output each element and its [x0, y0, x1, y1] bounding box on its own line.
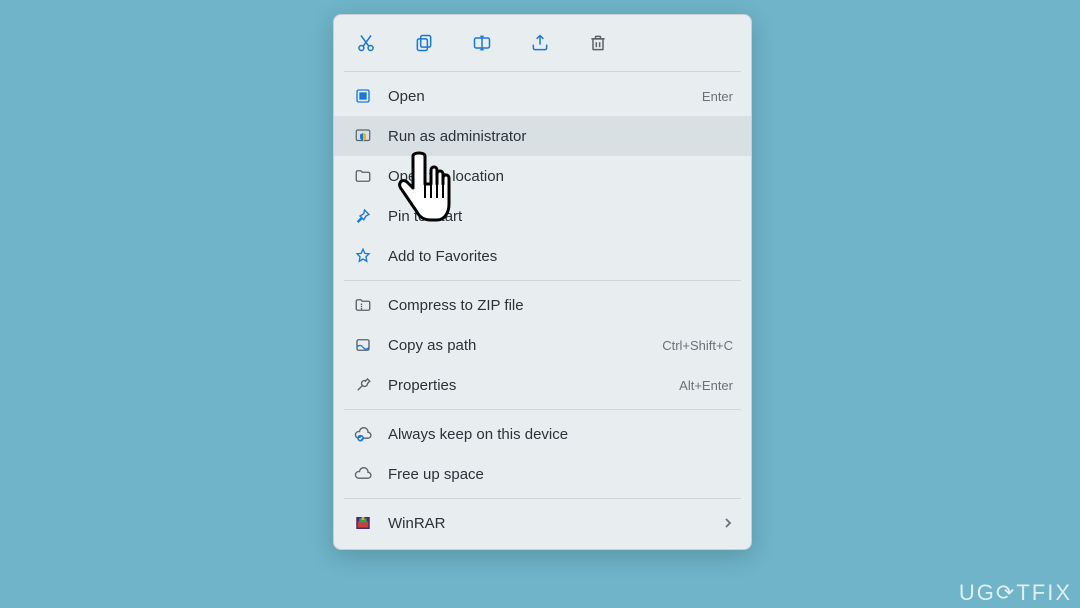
menu-item-winrar[interactable]: WinRAR	[334, 503, 751, 543]
context-menu: Open Enter Run as administrator Open fil…	[333, 14, 752, 550]
rename-button[interactable]	[468, 29, 496, 57]
context-toolbar	[334, 23, 751, 67]
menu-item-compress[interactable]: Compress to ZIP file	[334, 285, 751, 325]
menu-item-copy-path[interactable]: Copy as path Ctrl+Shift+C	[334, 325, 751, 365]
menu-label: Open	[388, 88, 702, 105]
delete-icon	[588, 33, 608, 53]
menu-shortcut: Alt+Enter	[679, 378, 733, 393]
delete-button[interactable]	[584, 29, 612, 57]
star-icon	[352, 245, 374, 267]
zip-icon	[352, 294, 374, 316]
rename-icon	[472, 33, 492, 53]
share-icon	[530, 33, 550, 53]
menu-label: Compress to ZIP file	[388, 297, 733, 314]
shield-icon	[352, 125, 374, 147]
cloud-check-icon	[352, 423, 374, 445]
menu-item-keep-device[interactable]: Always keep on this device	[334, 414, 751, 454]
chevron-right-icon	[723, 517, 733, 529]
watermark-logo: UG⟳TFIX	[959, 580, 1072, 606]
copy-button[interactable]	[410, 29, 438, 57]
cut-button[interactable]	[352, 29, 380, 57]
separator	[344, 498, 741, 499]
menu-shortcut: Enter	[702, 89, 733, 104]
separator	[344, 409, 741, 410]
menu-label: Free up space	[388, 466, 733, 483]
menu-item-free-space[interactable]: Free up space	[334, 454, 751, 494]
copy-path-icon	[352, 334, 374, 356]
winrar-icon	[352, 512, 374, 534]
cut-icon	[356, 33, 376, 53]
menu-item-properties[interactable]: Properties Alt+Enter	[334, 365, 751, 405]
menu-label: WinRAR	[388, 515, 723, 532]
menu-label: Properties	[388, 377, 679, 394]
cloud-icon	[352, 463, 374, 485]
pin-icon	[352, 205, 374, 227]
menu-label: Always keep on this device	[388, 426, 733, 443]
folder-icon	[352, 165, 374, 187]
open-icon	[352, 85, 374, 107]
menu-label: Add to Favorites	[388, 248, 733, 265]
hand-cursor-icon	[393, 150, 455, 228]
menu-item-favorites[interactable]: Add to Favorites	[334, 236, 751, 276]
separator	[344, 280, 741, 281]
share-button[interactable]	[526, 29, 554, 57]
menu-label: Run as administrator	[388, 128, 733, 145]
menu-item-open[interactable]: Open Enter	[334, 76, 751, 116]
separator	[344, 71, 741, 72]
menu-shortcut: Ctrl+Shift+C	[662, 338, 733, 353]
copy-icon	[414, 33, 434, 53]
menu-label: Copy as path	[388, 337, 662, 354]
wrench-icon	[352, 374, 374, 396]
